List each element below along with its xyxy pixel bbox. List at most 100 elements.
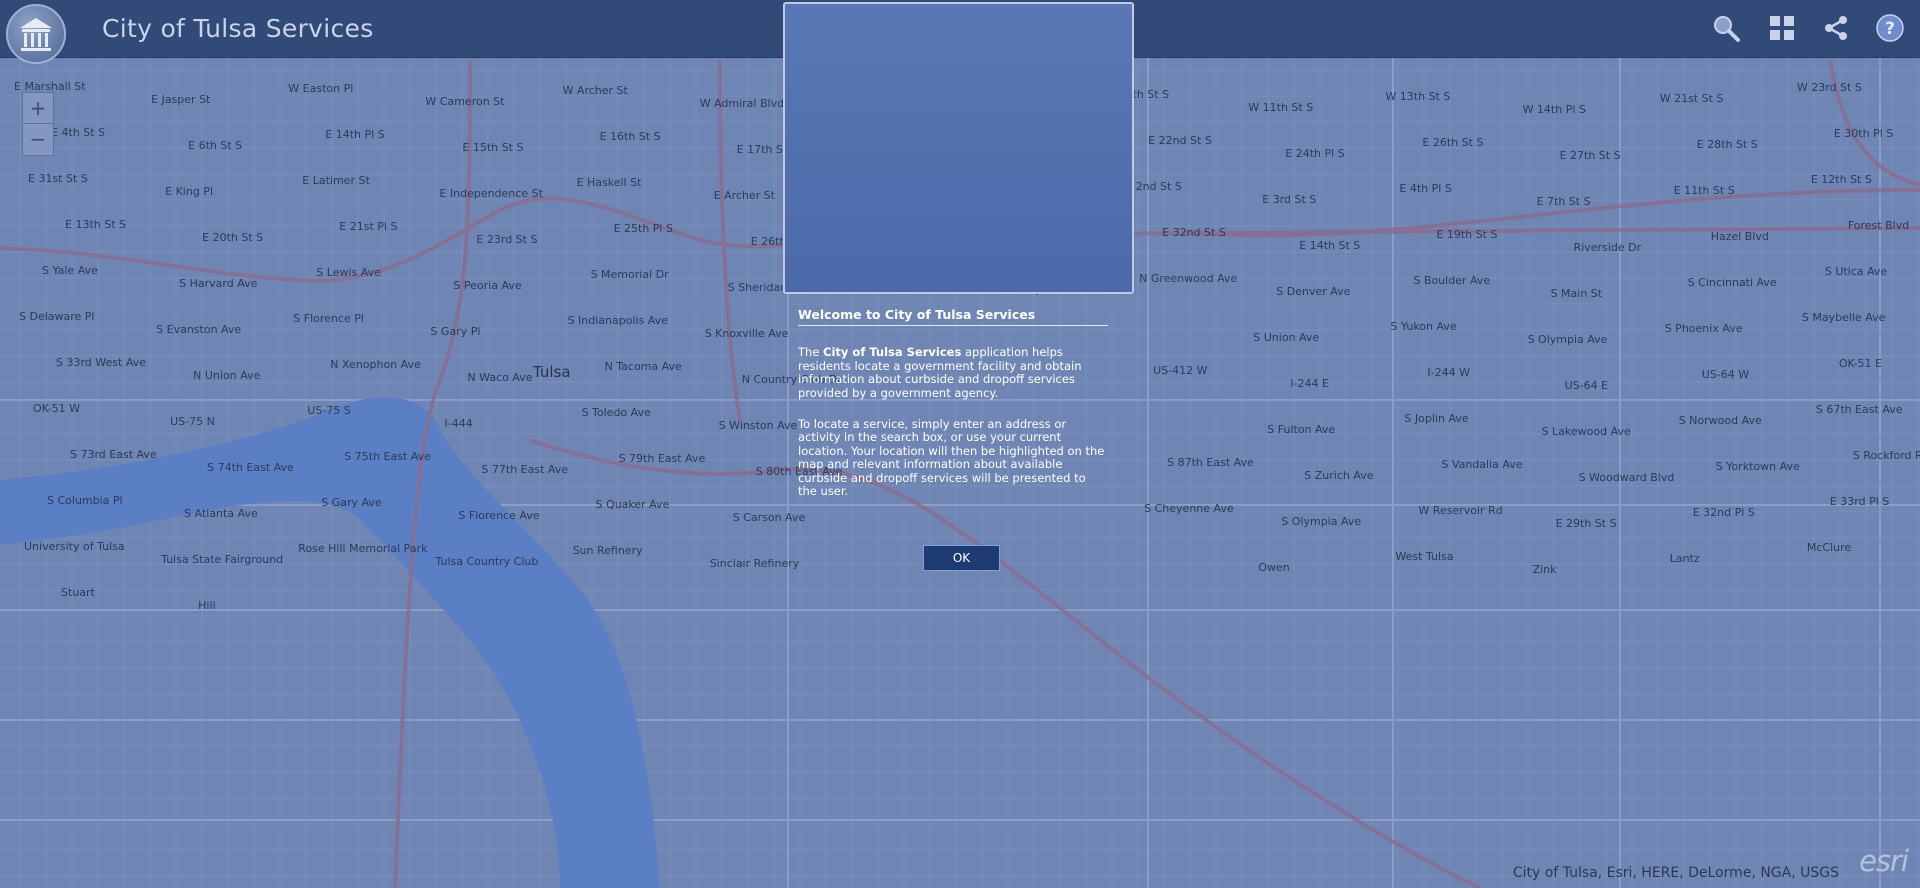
map-label: S Winston Ave <box>719 419 798 432</box>
map-label: S 77th East Ave <box>481 463 568 476</box>
map-label: E 29th St S <box>1556 517 1617 530</box>
map-label: S Harvard Ave <box>179 277 257 290</box>
map-label: Zink <box>1533 563 1558 576</box>
map-label: S Norwood Ave <box>1679 414 1762 427</box>
map-label: US-64 E <box>1565 379 1608 392</box>
help-button[interactable]: ? <box>1873 11 1907 45</box>
map-label: W 13th St S <box>1385 90 1450 103</box>
map-label: S Cincinnati Ave <box>1688 276 1777 289</box>
map-label: E Haskell St <box>577 176 643 189</box>
map-label: S Atlanta Ave <box>184 507 258 520</box>
map-label: Tulsa Country Club <box>434 555 538 568</box>
map-label: E 4th Pl S <box>1399 182 1451 195</box>
map-label: I-244 E <box>1290 377 1329 390</box>
map-label: N Waco Ave <box>467 371 532 384</box>
map-label: E King Pl <box>165 185 213 198</box>
esri-logo: esri <box>1859 844 1909 878</box>
zoom-out-button[interactable]: − <box>23 123 53 154</box>
map-label: Owen <box>1258 561 1289 574</box>
map-label: S Gary Ave <box>321 496 382 509</box>
map-label: E 28th St S <box>1697 138 1758 151</box>
map-label: N Greenwood Ave <box>1139 272 1237 285</box>
map-label: W Easton Pl <box>288 82 353 95</box>
map-label: S Quaker Ave <box>596 498 670 511</box>
zoom-in-button[interactable]: + <box>23 93 53 123</box>
map-label: S Denver Ave <box>1276 285 1350 298</box>
map-label: Riverside Dr <box>1574 241 1642 254</box>
app-window: E Marshall St E Jasper St W Easton Pl W Cam… <box>0 0 1920 888</box>
ok-button[interactable]: OK <box>923 545 1000 571</box>
map-label: S Olympia Ave <box>1281 515 1361 528</box>
map-label: Forest Blvd <box>1848 219 1909 232</box>
map-label: W Archer St <box>563 84 629 97</box>
map-label: E 30th Pl S <box>1834 127 1893 140</box>
map-label: E 31st St S <box>28 172 88 185</box>
map-label: S Evanston Ave <box>156 323 241 336</box>
map-label: I-244 W <box>1427 366 1470 379</box>
map-label: S Zurich Ave <box>1304 469 1373 482</box>
map-label: S Yukon Ave <box>1390 320 1456 333</box>
map-label: E 32nd St S <box>1162 226 1226 239</box>
map-label: E 32nd Pl S <box>1693 506 1755 519</box>
share-icon <box>1825 16 1847 40</box>
zoom-control: + − <box>22 92 54 156</box>
map-label: E Independence St <box>439 187 543 200</box>
map-label: McClure <box>1807 541 1852 554</box>
map-label: S Indianapolis Ave <box>568 314 669 327</box>
map-label: E 19th St S <box>1436 228 1497 241</box>
map-label: OK-51 W <box>33 402 80 415</box>
help-icon: ? <box>1876 14 1904 42</box>
map-label: E 23rd St S <box>476 233 537 246</box>
map-label: S Delaware Pl <box>19 310 95 323</box>
basemap-button[interactable] <box>1765 11 1799 45</box>
map-label: University of Tulsa <box>24 540 125 553</box>
map-label: E 24th Pl S <box>1285 147 1344 160</box>
map-label: W 11th St S <box>1248 101 1313 114</box>
map-label: S Toledo Ave <box>582 406 651 419</box>
city-hall-icon <box>6 4 66 64</box>
map-label: S Joplin Ave <box>1404 412 1468 425</box>
map-label: S Lewis Ave <box>316 266 381 279</box>
map-label: S Fulton Ave <box>1267 423 1335 436</box>
map-label: E 33rd Pl S <box>1830 495 1889 508</box>
map-label: E 27th St S <box>1560 149 1621 162</box>
map-label: E 25th Pl S <box>614 222 673 235</box>
map-label: S Rockford Rd <box>1853 449 1920 462</box>
map-label: S 67th East Ave <box>1816 403 1903 416</box>
map-label: S Florence Pl <box>293 312 364 325</box>
map-label: S 74th East Ave <box>207 461 294 474</box>
share-button[interactable] <box>1819 11 1853 45</box>
map-label: E 3rd St S <box>1262 193 1316 206</box>
search-icon <box>1714 16 1740 42</box>
map-label: E 16th St S <box>600 130 661 143</box>
splash-paragraph-1: The City of Tulsa Services application h… <box>798 345 1082 400</box>
map-label: E Archer St <box>714 189 776 202</box>
map-label: S Boulder Ave <box>1413 274 1490 287</box>
map-label: S Lakewood Ave <box>1542 425 1631 438</box>
map-label: S Cheyenne Ave <box>1144 502 1234 515</box>
map-label: S Peoria Ave <box>453 279 521 292</box>
app-title: City of Tulsa Services <box>102 14 374 43</box>
map-label: N Union Ave <box>193 369 260 382</box>
map-label: Rose Hill Memorial Park <box>298 542 428 555</box>
city-label-tulsa: Tulsa <box>532 363 571 381</box>
map-label: E 14th St S <box>1299 239 1360 252</box>
map-label: W Cameron St <box>425 95 505 108</box>
app-name-bold: City of Tulsa Services <box>823 345 962 360</box>
map-label: E 4th St S <box>51 126 105 139</box>
map-label: S Woodward Blvd <box>1579 471 1675 484</box>
map-label: W 21st St S <box>1660 92 1724 105</box>
map-label: S Maybelle Ave <box>1802 311 1886 324</box>
map-label: E 6th St S <box>188 139 242 152</box>
map-label: S Main St <box>1551 287 1603 300</box>
map-label: W Admiral Blvd <box>700 97 784 110</box>
map-label: E 13th St S <box>65 218 126 231</box>
splash-image <box>783 2 1134 294</box>
search-button[interactable] <box>1709 11 1743 45</box>
map-label: OK-51 E <box>1839 357 1882 370</box>
map-label: S 75th East Ave <box>344 450 431 463</box>
map-label: Hill <box>198 599 215 612</box>
map-label: S 87th East Ave <box>1167 456 1254 469</box>
map-label: S Utica Ave <box>1825 265 1888 278</box>
map-label: W 14th Pl S <box>1523 103 1586 116</box>
